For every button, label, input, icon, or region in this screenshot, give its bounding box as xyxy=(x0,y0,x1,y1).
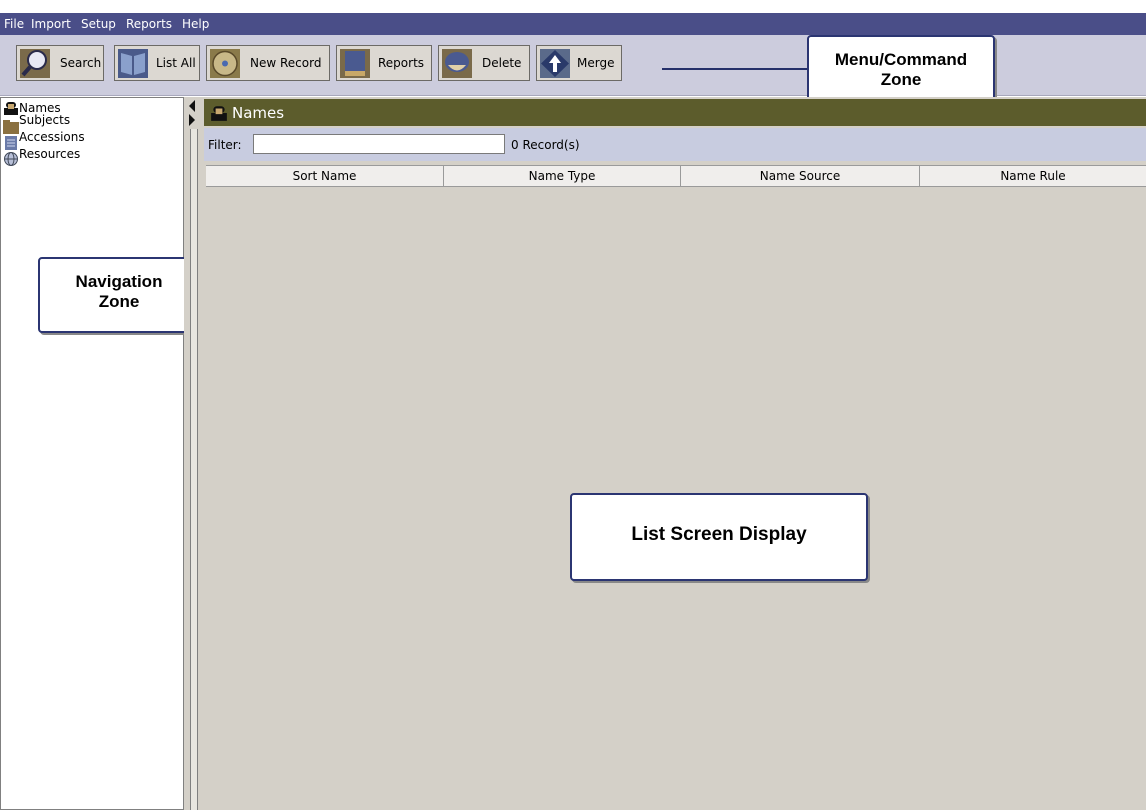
list-screen: Names Filter: 0 Record(s) Sort Name Name… xyxy=(204,97,1146,810)
filter-input[interactable] xyxy=(253,134,505,154)
filter-label: Filter: xyxy=(208,138,242,152)
delete-icon xyxy=(442,49,472,78)
reports-button[interactable]: Reports xyxy=(336,45,432,81)
document-icon xyxy=(340,49,370,78)
column-header-name-rule[interactable]: Name Rule xyxy=(920,166,1146,186)
new-record-button-label: New Record xyxy=(250,56,322,70)
filter-bar: Filter: 0 Record(s) xyxy=(204,128,1146,161)
merge-icon xyxy=(540,49,570,78)
navigation-panel: Names Subjects Accessions Resources xyxy=(0,97,184,810)
panel-splitter[interactable] xyxy=(184,97,204,810)
list-title: Names xyxy=(232,104,285,122)
merge-button-label: Merge xyxy=(577,56,615,70)
menu-callout-line1: Menu/Command xyxy=(834,50,968,69)
nav-item-label: Accessions xyxy=(19,130,85,144)
table-header: Sort Name Name Type Name Source Name Rul… xyxy=(206,165,1146,187)
globe-icon xyxy=(4,152,18,166)
record-count: 0 Record(s) xyxy=(511,138,580,152)
column-header-name-type[interactable]: Name Type xyxy=(444,166,681,186)
new-record-button[interactable]: New Record xyxy=(206,45,330,81)
column-header-sort-name[interactable]: Sort Name xyxy=(206,166,444,186)
column-header-name-source[interactable]: Name Source xyxy=(681,166,920,186)
delete-button[interactable]: Delete xyxy=(438,45,530,81)
delete-button-label: Delete xyxy=(482,56,522,70)
list-all-button[interactable]: List All xyxy=(114,45,200,81)
menu-reports[interactable]: Reports xyxy=(126,17,172,31)
menu-help[interactable]: Help xyxy=(182,17,209,31)
menu-file[interactable]: File xyxy=(4,17,24,31)
list-callout-text: List Screen Display xyxy=(631,524,807,545)
list-title-bar: Names xyxy=(204,99,1146,126)
search-button[interactable]: Search xyxy=(16,45,104,81)
list-screen-display-callout: List Screen Display xyxy=(570,493,868,581)
search-button-label: Search xyxy=(60,56,102,70)
menu-import[interactable]: Import xyxy=(31,17,71,31)
nav-item-label: Resources xyxy=(19,147,81,161)
menu-callout-line2: Zone xyxy=(880,70,922,89)
collapse-arrows-icon[interactable] xyxy=(188,99,196,127)
person-icon xyxy=(4,102,18,115)
reports-button-label: Reports xyxy=(378,56,425,70)
nav-callout-line1: Navigation xyxy=(75,272,163,291)
callout-connector xyxy=(662,68,810,70)
nav-callout-line2: Zone xyxy=(98,292,140,311)
nav-item-label: Subjects xyxy=(19,113,71,127)
document-icon xyxy=(5,136,17,150)
person-icon xyxy=(211,106,227,121)
menu-setup[interactable]: Setup xyxy=(81,17,116,31)
menu-bar: File Import Setup Reports Help xyxy=(0,13,1146,35)
list-all-button-label: List All xyxy=(156,56,196,70)
book-icon xyxy=(118,49,148,78)
search-icon xyxy=(20,49,50,78)
merge-button[interactable]: Merge xyxy=(536,45,622,81)
disc-icon xyxy=(210,49,240,78)
folder-icon xyxy=(3,120,19,134)
navigation-zone-callout: Navigation Zone xyxy=(38,257,200,333)
splitter-rail xyxy=(190,129,198,810)
